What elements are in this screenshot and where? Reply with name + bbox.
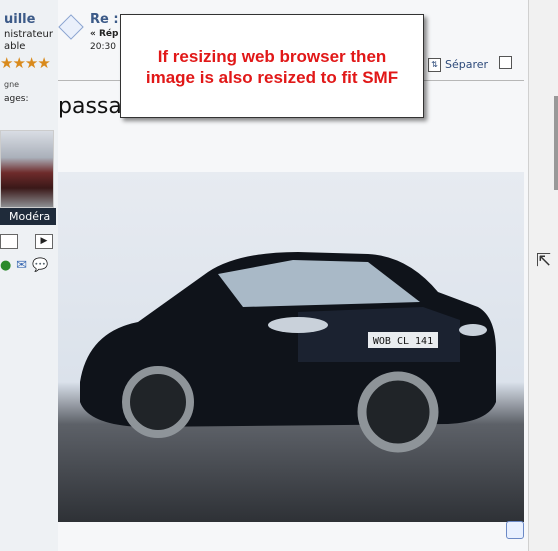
quick-mod-checkbox[interactable] <box>499 56 512 69</box>
avatar <box>0 130 54 208</box>
callout-text: If resizing web browser then image is al… <box>121 46 423 88</box>
email-icon[interactable]: ✉ <box>16 258 28 273</box>
car-photo: WOB CL 141 <box>80 252 496 453</box>
callout-line-1: If resizing web browser then <box>157 47 387 66</box>
license-plate: WOB CL 141 <box>373 336 433 347</box>
split-topic-button[interactable]: ⇅ Séparer <box>428 58 488 72</box>
poster-messages-label: ages: <box>4 94 29 104</box>
annotation-callout: If resizing web browser then image is al… <box>120 14 424 118</box>
post-image: WOB CL 141 <box>58 172 524 522</box>
contact-icons: ● ✉ 💬 <box>0 258 48 273</box>
split-icon: ⇅ <box>428 58 441 72</box>
prev-arrow-icon[interactable] <box>0 234 18 249</box>
post-reply-info: « Rép <box>90 29 119 39</box>
website-icon[interactable]: ● <box>0 258 12 273</box>
vertical-scrollbar[interactable] <box>528 0 558 551</box>
topic-icon <box>58 14 84 40</box>
split-label: Séparer <box>445 58 489 71</box>
poster-info-line: gne <box>4 80 20 89</box>
report-icon[interactable] <box>506 521 524 539</box>
poster-profile-panel: uille nistrateur able ★★★★ gne ages: Mod… <box>0 0 58 551</box>
poster-name[interactable]: uille <box>4 12 35 27</box>
poster-rank: able <box>4 41 26 52</box>
callout-line-2: image is also resized to fit SMF <box>145 68 399 87</box>
mouse-cursor-icon: ⇱ <box>536 250 552 271</box>
post-title[interactable]: Re : <box>90 12 119 27</box>
rank-stars-icon: ★★★★ <box>0 54 51 72</box>
poster-role: nistrateur <box>4 29 54 40</box>
post-time: 20:30 <box>90 42 116 52</box>
next-arrow-icon[interactable]: ▶ <box>35 234 53 249</box>
post-body-text: passa <box>58 94 122 119</box>
personal-message-icon[interactable]: 💬 <box>32 258 48 273</box>
scrollbar-thumb[interactable] <box>554 96 558 190</box>
moderator-badge: Modéra <box>0 208 56 225</box>
